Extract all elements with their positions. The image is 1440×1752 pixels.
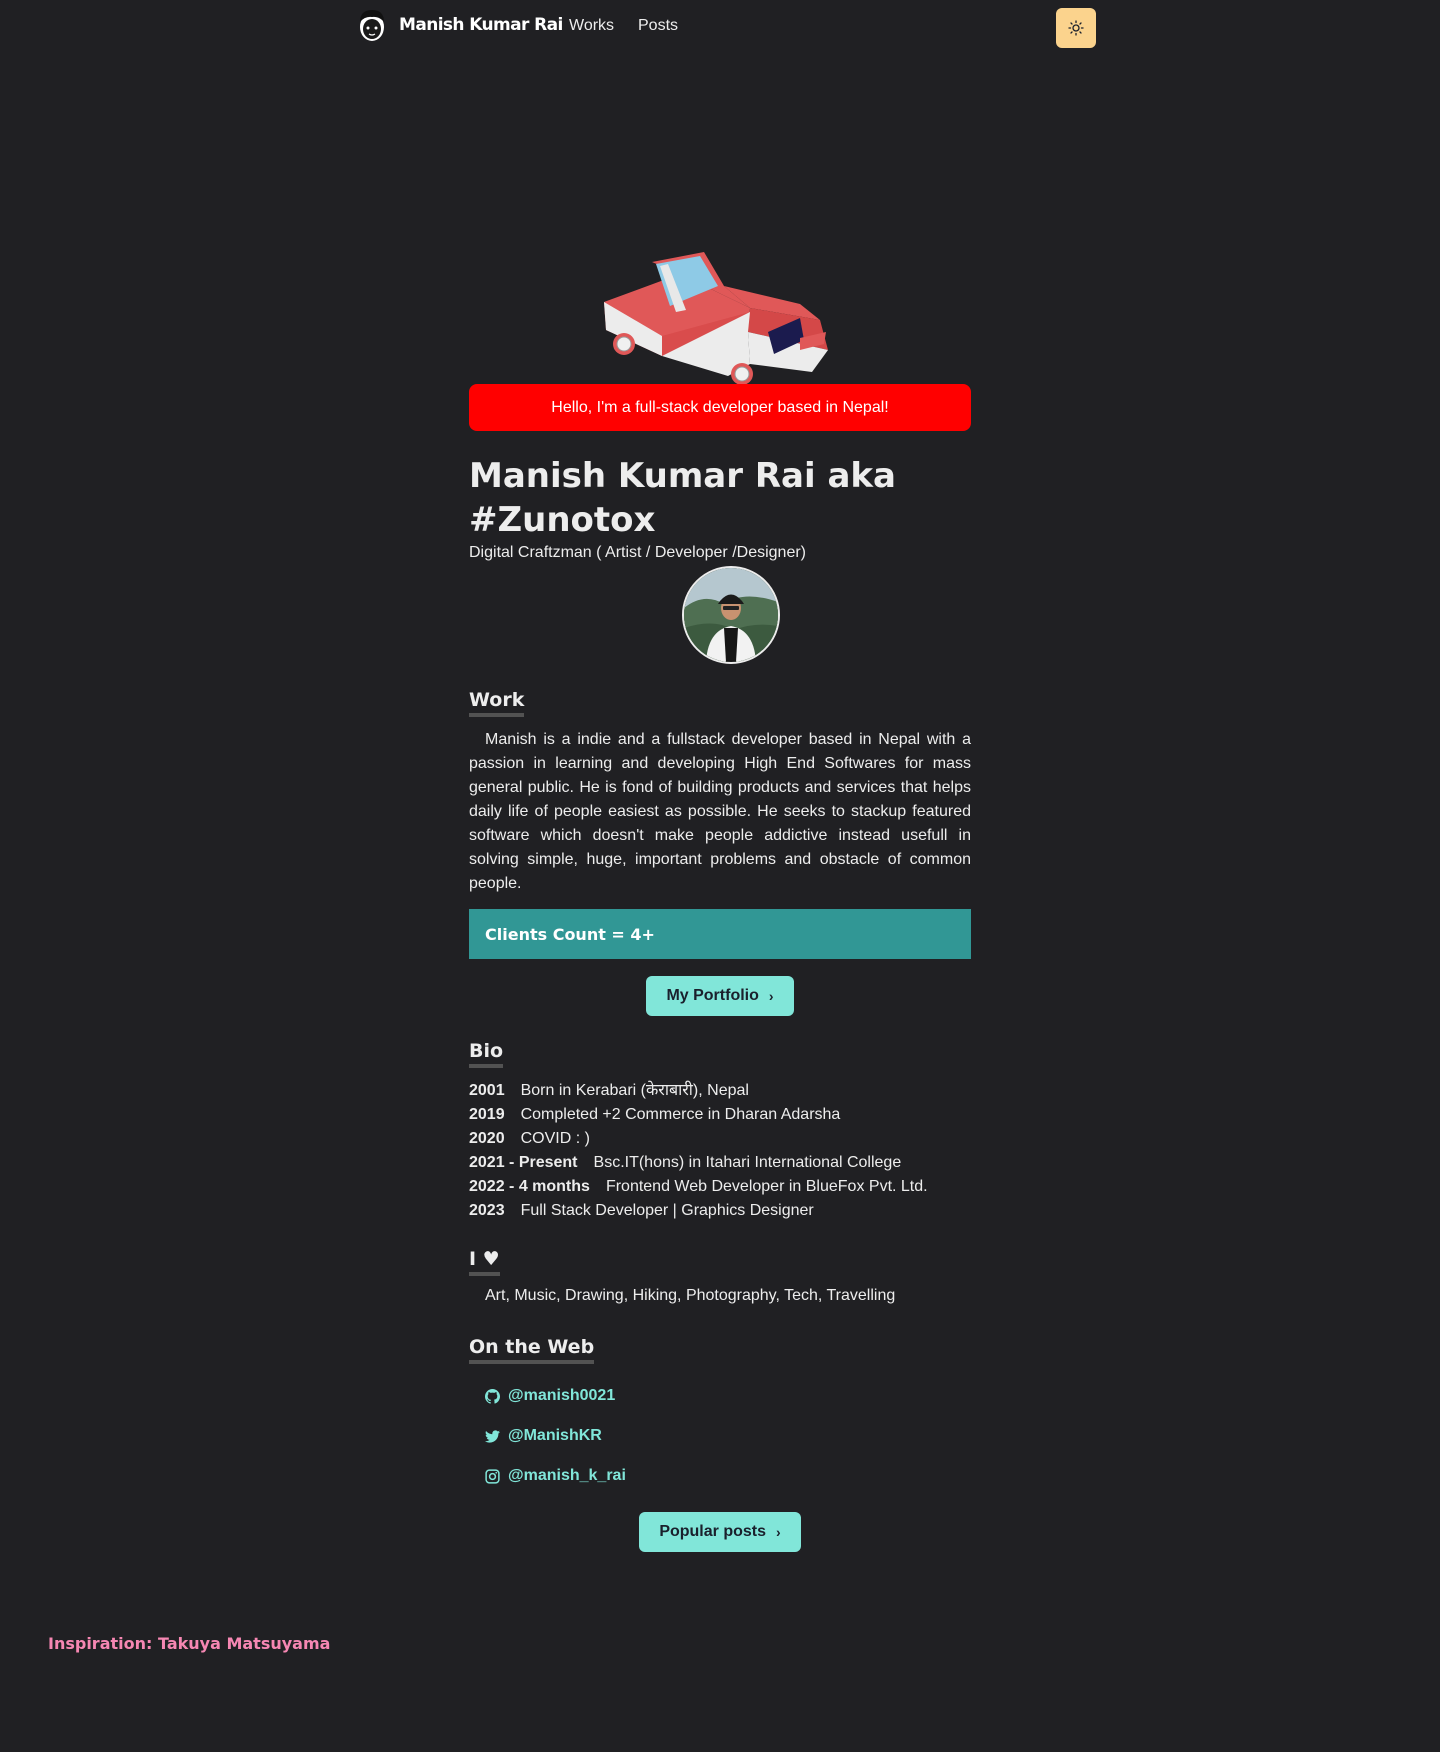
bio-text: COVID : ) — [520, 1130, 590, 1147]
instagram-icon — [485, 1468, 500, 1484]
bio-year: 2021 - Present — [469, 1154, 578, 1171]
social-link-twitter[interactable]: @ManishKR — [485, 1427, 602, 1445]
greeting-banner: Hello, I'm a full-stack developer based … — [469, 384, 971, 431]
popular-posts-button-label: Popular posts — [659, 1523, 766, 1540]
chevron-right-icon: › — [768, 988, 774, 1004]
bio-entry: 2020 COVID : ) — [469, 1127, 590, 1151]
chevron-right-icon: › — [776, 1524, 781, 1540]
bio-year: 2019 — [469, 1106, 505, 1123]
theme-toggle-button[interactable] — [1056, 8, 1096, 48]
bio-year: 2023 — [469, 1202, 505, 1219]
navbar: Manish Kumar Rai Works Posts — [0, 0, 1440, 56]
section-heading-web: On the Web — [469, 1336, 595, 1364]
twitter-icon — [485, 1429, 500, 1443]
bio-entry: 2023 Full Stack Developer | Graphics Desi… — [469, 1199, 814, 1223]
section-heading-love: I ♥ — [469, 1248, 500, 1276]
nav-link-works[interactable]: Works — [569, 17, 614, 35]
bio-text: Frontend Web Developer in BlueFox Pvt. L… — [605, 1178, 928, 1195]
section-heading-work: Work — [469, 689, 525, 717]
inspiration-link[interactable]: Inspiration: Takuya Matsuyama — [48, 1634, 330, 1653]
bio-year: 2020 — [469, 1130, 505, 1147]
bio-text: Born in Kerabari (केराबारी), Nepal — [520, 1082, 749, 1099]
bio-entry: 2021 - Present Bsc.IT(hons) in Itahari In… — [469, 1151, 901, 1175]
social-link-github[interactable]: @manish0021 — [485, 1387, 615, 1405]
bio-entry: 2001 Born in Kerabari (केराबारी), Nepal — [469, 1079, 749, 1103]
social-handle: @manish0021 — [508, 1387, 616, 1404]
my-portfolio-button-label: My Portfolio — [666, 987, 759, 1004]
bio-year: 2001 — [469, 1082, 505, 1099]
social-handle: @ManishKR — [508, 1427, 602, 1444]
bio-text: Bsc.IT(hons) in Itahari International Co… — [593, 1154, 902, 1171]
profile-avatar — [682, 566, 780, 664]
sun-icon — [1068, 20, 1084, 36]
clients-count-banner: Clients Count = 4+ — [469, 909, 971, 959]
popular-posts-button[interactable]: Popular posts › — [639, 1512, 801, 1552]
page-title: Manish Kumar Rai aka #Zunotox — [469, 456, 896, 540]
avatar-logo-icon — [360, 10, 384, 41]
car-3d-model — [604, 252, 828, 385]
logo-text: Manish Kumar Rai — [399, 15, 563, 35]
tagline: Digital Craftzman ( Artist / Developer /… — [469, 544, 806, 561]
github-icon — [485, 1388, 500, 1404]
nav-link-posts[interactable]: Posts — [638, 17, 678, 35]
bio-text: Completed +2 Commerce in Dharan Adarsha — [520, 1106, 841, 1123]
hobbies-list: Art, Music, Drawing, Hiking, Photography… — [485, 1287, 896, 1304]
bio-entry: 2022 - 4 months Frontend Web Developer in… — [469, 1175, 928, 1199]
bio-text: Full Stack Developer | Graphics Designer — [520, 1202, 814, 1219]
work-description: Manish is a indie and a fullstack develo… — [469, 731, 971, 892]
bio-entry: 2019 Completed +2 Commerce in Dharan Adar… — [469, 1103, 840, 1127]
social-handle: @manish_k_rai — [508, 1467, 626, 1484]
my-portfolio-button[interactable]: My Portfolio › — [646, 976, 794, 1016]
section-heading-bio: Bio — [469, 1040, 504, 1068]
social-link-instagram[interactable]: @manish_k_rai — [485, 1467, 626, 1485]
bio-year: 2022 - 4 months — [469, 1178, 590, 1195]
logo-link[interactable]: Manish Kumar Rai — [357, 5, 563, 45]
